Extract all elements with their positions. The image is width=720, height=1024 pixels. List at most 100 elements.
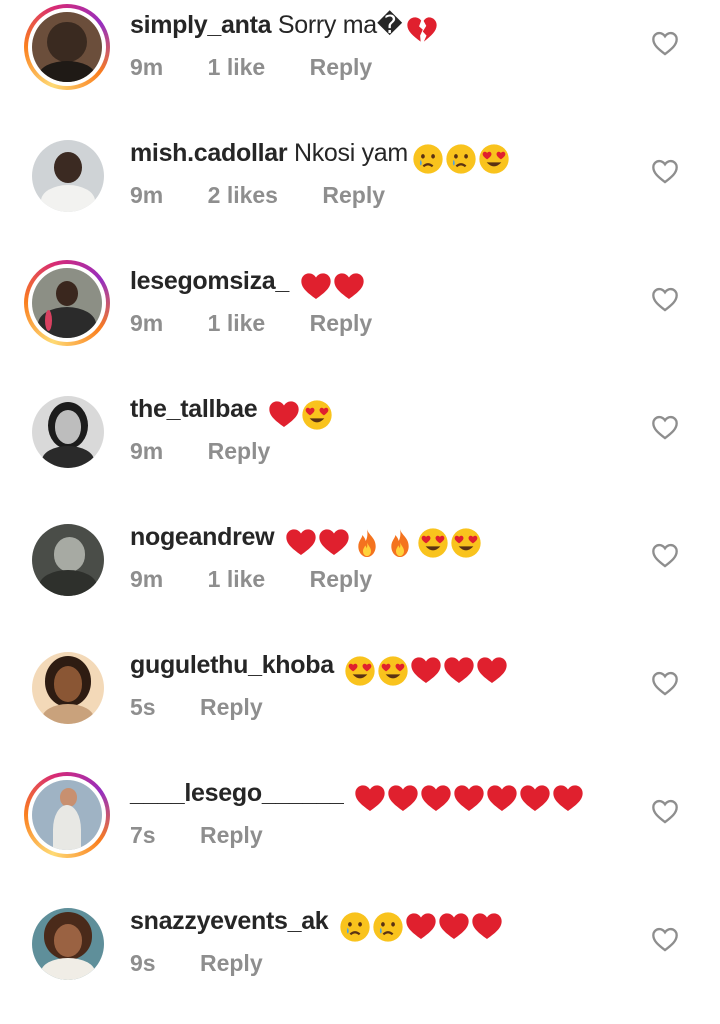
red-heart-emoji-icon [285,527,317,557]
comment-time: 9m [130,438,164,464]
red-heart-emoji-icon [443,655,475,685]
heart-eyes-emoji-icon [478,143,510,175]
comment-item: ____lesego______ 7s Reply [0,768,720,896]
comment-time: 9s [130,950,156,976]
heart-eyes-emoji-icon [301,399,333,431]
comment-likes[interactable]: 2 likes [208,182,278,208]
heart-outline-icon[interactable] [651,798,679,824]
comment-time: 5s [130,694,156,720]
avatar[interactable] [32,524,104,596]
heart-outline-icon[interactable] [651,30,679,56]
comment-meta: 5s Reply [130,692,301,722]
comment-username[interactable]: simply_anta [130,11,272,39]
red-heart-emoji-icon [438,911,470,941]
comment-meta: 7s Reply [130,820,301,850]
comment-username[interactable]: mish.cadollar [130,139,288,167]
comment-time: 9m [130,566,164,592]
comment-meta: 9s Reply [130,948,301,978]
comment-line: nogeandrew [130,520,483,559]
red-heart-emoji-icon [486,783,518,813]
fire-emoji-icon [384,527,416,558]
comment-item: snazzyevents_ak 9s Reply [0,896,720,1024]
comment-emojis [406,12,439,46]
crying-face-emoji-icon [412,143,444,175]
comment-emojis [344,652,509,687]
red-heart-emoji-icon [354,783,386,813]
heart-outline-icon[interactable] [651,286,679,312]
comment-item: gugulethu_khoba 5s Reply [0,640,720,768]
comment-line: mish.cadollar Nkosi yam [130,136,511,175]
reply-button[interactable]: Reply [322,182,385,208]
comment-emojis [412,140,511,175]
heart-eyes-emoji-icon [344,655,376,687]
comment-item: mish.cadollar Nkosi yam 9m 2 likes Reply [0,128,720,256]
comment-emojis [300,268,366,302]
red-heart-emoji-icon [318,527,350,557]
avatar[interactable] [32,140,104,212]
comment-likes[interactable]: 1 like [208,54,266,80]
comment-line: gugulethu_khoba [130,648,509,687]
heart-outline-icon[interactable] [651,542,679,568]
reply-button[interactable]: Reply [310,54,373,80]
red-heart-emoji-icon [300,271,332,301]
reply-button[interactable]: Reply [200,822,263,848]
heart-eyes-emoji-icon [377,655,409,687]
fire-emoji-icon [351,527,383,558]
comment-meta: 9m 1 like Reply [130,308,410,338]
heart-outline-icon[interactable] [651,414,679,440]
comment-emojis [354,780,585,814]
red-heart-emoji-icon [333,271,365,301]
avatar[interactable] [24,260,110,346]
comment-line: the_tallbae [130,392,334,431]
avatar[interactable] [32,908,104,980]
red-heart-emoji-icon [471,911,503,941]
comment-username[interactable]: ____lesego______ [130,779,344,807]
red-heart-emoji-icon [405,911,437,941]
avatar[interactable] [32,652,104,724]
comment-meta: 9m Reply [130,436,308,466]
comment-time: 7s [130,822,156,848]
heart-outline-icon[interactable] [651,926,679,952]
comment-item: lesegomsiza_ 9m 1 like Reply [0,256,720,384]
comment-username[interactable]: the_tallbae [130,395,258,423]
red-heart-emoji-icon [420,783,452,813]
comment-item: the_tallbae 9m Reply [0,384,720,512]
reply-button[interactable]: Reply [310,566,373,592]
heart-outline-icon[interactable] [651,670,679,696]
comment-username[interactable]: lesegomsiza_ [130,267,289,295]
comment-username[interactable]: snazzyevents_ak [130,907,329,935]
crying-face-emoji-icon [339,911,371,943]
comment-username[interactable]: gugulethu_khoba [130,651,334,679]
comments-list: simply_anta Sorry ma� 9m 1 like Reply mi… [0,0,720,1008]
red-heart-emoji-icon [387,783,419,813]
avatar[interactable] [24,772,110,858]
comment-emojis [339,908,504,943]
avatar[interactable] [32,396,104,468]
comment-time: 9m [130,54,164,80]
red-heart-emoji-icon [453,783,485,813]
comment-meta: 9m 1 like Reply [130,52,410,82]
comment-item: nogeandrew 9m 1 like Reply [0,512,720,640]
comment-time: 9m [130,182,164,208]
red-heart-emoji-icon [552,783,584,813]
comment-username[interactable]: nogeandrew [130,523,275,551]
reply-button[interactable]: Reply [200,950,263,976]
comment-line: lesegomsiza_ [130,264,366,302]
reply-button[interactable]: Reply [200,694,263,720]
comment-text: Nkosi yam [293,139,408,167]
heart-outline-icon[interactable] [651,158,679,184]
comment-likes[interactable]: 1 like [208,566,266,592]
crying-face-emoji-icon [372,911,404,943]
comment-emojis [268,396,334,431]
comment-meta: 9m 2 likes Reply [130,180,423,210]
red-heart-emoji-icon [476,655,508,685]
reply-button[interactable]: Reply [310,310,373,336]
comment-emojis [285,524,483,559]
broken-heart-emoji-icon [406,15,438,45]
comment-line: ____lesego______ [130,776,585,814]
reply-button[interactable]: Reply [208,438,271,464]
avatar[interactable] [24,4,110,90]
comment-line: simply_anta Sorry ma� [130,8,439,46]
comment-time: 9m [130,310,164,336]
comment-likes[interactable]: 1 like [208,310,266,336]
